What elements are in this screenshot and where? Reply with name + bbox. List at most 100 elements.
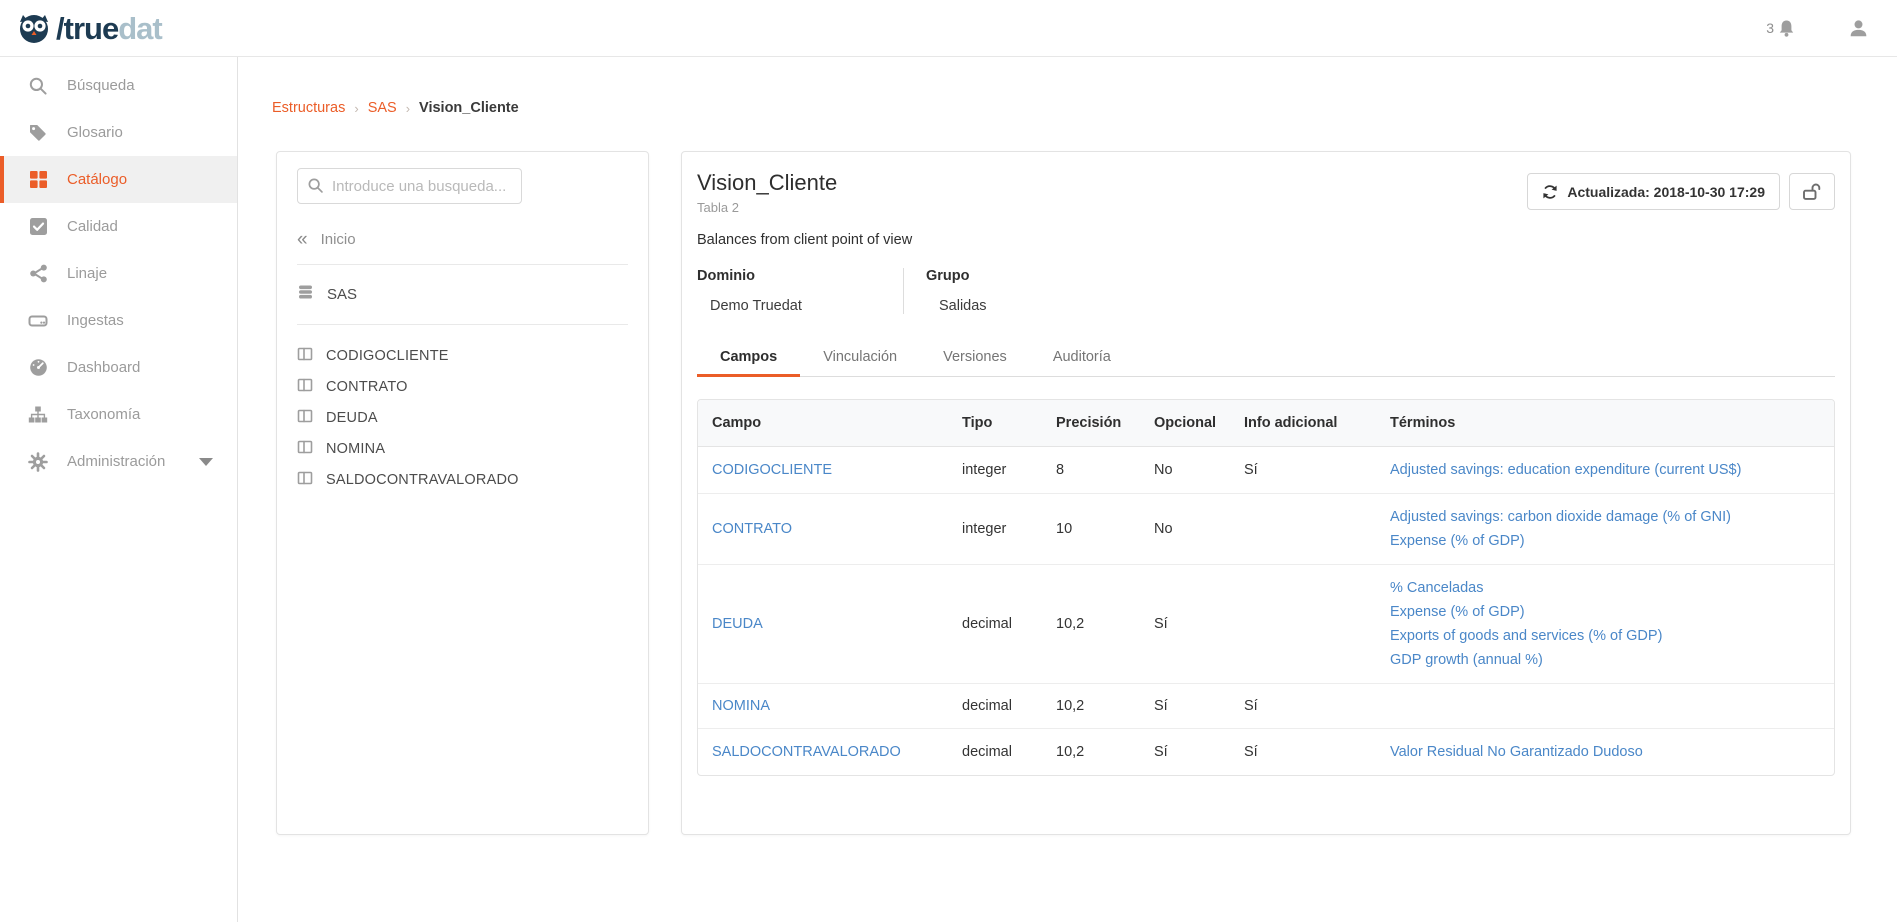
refresh-updated-button[interactable]: Actualizada: 2018-10-30 17:29 xyxy=(1527,173,1780,210)
fields-table: Campo Tipo Precisión Opcional Info adici… xyxy=(697,399,1835,776)
lock-open-icon xyxy=(1801,182,1823,201)
sidebar-nav: Búsqueda Glosario Catálogo Calidad xyxy=(0,57,238,922)
tree-back-button[interactable]: « Inicio xyxy=(297,230,628,249)
tree-field-codigocliente[interactable]: CODIGOCLIENTE xyxy=(297,340,628,371)
term-link[interactable]: Expense (% of GDP) xyxy=(1390,603,1828,621)
tab-auditoria[interactable]: Auditoría xyxy=(1030,340,1134,377)
cell-info-adicional: Sí xyxy=(1244,684,1390,729)
search-icon xyxy=(28,76,48,96)
col-header-campo: Campo xyxy=(698,400,962,447)
cell-opcional: No xyxy=(1154,447,1244,494)
check-square-icon xyxy=(28,217,48,237)
tab-versiones[interactable]: Versiones xyxy=(920,340,1030,377)
user-menu-button[interactable] xyxy=(1848,18,1869,39)
notification-count: 3 xyxy=(1766,20,1774,36)
sidebar-item-label: Administración xyxy=(67,453,165,470)
column-icon xyxy=(297,346,313,366)
sidebar-item-label: Glosario xyxy=(67,124,123,141)
tree-search-input[interactable] xyxy=(297,168,522,204)
bell-icon xyxy=(1777,19,1796,38)
chevron-down-icon xyxy=(199,458,213,466)
truedat-logo[interactable]: /truedat xyxy=(0,8,162,48)
tab-campos[interactable]: Campos xyxy=(697,340,800,377)
table-header-row: Campo Tipo Precisión Opcional Info adici… xyxy=(698,400,1834,447)
tree-field-deuda[interactable]: DEUDA xyxy=(297,402,628,433)
group-value: Salidas xyxy=(926,298,987,314)
share-icon xyxy=(28,264,48,284)
sidebar-item-label: Ingestas xyxy=(67,312,124,329)
cell-precision: 10 xyxy=(1056,494,1154,565)
structure-description: Balances from client point of view xyxy=(697,232,1835,248)
cell-info-adicional: Sí xyxy=(1244,447,1390,494)
col-header-terminos: Términos xyxy=(1390,400,1834,447)
breadcrumb-current: Vision_Cliente xyxy=(419,100,519,116)
table-row: SALDOCONTRAVALORADO decimal 10,2 Sí Sí V… xyxy=(698,729,1834,776)
sidebar-item-label: Linaje xyxy=(67,265,107,282)
cell-opcional: Sí xyxy=(1154,729,1244,776)
breadcrumb-estructuras[interactable]: Estructuras xyxy=(272,100,345,116)
notifications-button[interactable]: 3 xyxy=(1766,19,1796,38)
field-link[interactable]: NOMINA xyxy=(712,698,770,714)
term-link[interactable]: % Canceladas xyxy=(1390,579,1828,597)
sidebar-item-dashboard[interactable]: Dashboard xyxy=(0,344,237,391)
field-link[interactable]: SALDOCONTRAVALORADO xyxy=(712,744,901,760)
tree-field-nomina[interactable]: NOMINA xyxy=(297,433,628,464)
field-link[interactable]: DEUDA xyxy=(712,616,763,632)
sidebar-item-label: Catálogo xyxy=(67,171,127,188)
divider xyxy=(297,264,628,265)
sidebar-item-administracion[interactable]: Administración xyxy=(0,438,237,485)
term-link[interactable]: Valor Residual No Garantizado Dudoso xyxy=(1390,743,1828,761)
cell-tipo: decimal xyxy=(962,684,1056,729)
sidebar-item-calidad[interactable]: Calidad xyxy=(0,203,237,250)
sidebar-item-label: Dashboard xyxy=(67,359,140,376)
sidebar-item-ingestas[interactable]: Ingestas xyxy=(0,297,237,344)
sidebar-item-taxonomia[interactable]: Taxonomía xyxy=(0,391,237,438)
chevrons-left-icon: « xyxy=(297,230,308,249)
tree-back-label: Inicio xyxy=(321,231,356,248)
cell-precision: 10,2 xyxy=(1056,565,1154,684)
term-link[interactable]: Adjusted savings: education expenditure … xyxy=(1390,461,1828,479)
tree-field-saldocontravalorado[interactable]: SALDOCONTRAVALORADO xyxy=(297,464,628,495)
grid-icon xyxy=(28,170,48,190)
cell-opcional: No xyxy=(1154,494,1244,565)
term-link[interactable]: Expense (% of GDP) xyxy=(1390,532,1828,550)
cell-opcional: Sí xyxy=(1154,684,1244,729)
structure-tree-panel: « Inicio SAS CODIGOCLIENTE CONTRATO xyxy=(276,151,649,835)
table-row: NOMINA decimal 10,2 Sí Sí xyxy=(698,684,1834,729)
column-icon xyxy=(297,439,313,459)
sidebar-item-label: Taxonomía xyxy=(67,406,140,423)
top-bar: /truedat 3 xyxy=(0,0,1897,57)
group-label: Grupo xyxy=(926,268,987,284)
tree-field-label: DEUDA xyxy=(326,410,378,426)
unlock-button[interactable] xyxy=(1789,173,1835,210)
sidebar-item-linaje[interactable]: Linaje xyxy=(0,250,237,297)
tree-field-contrato[interactable]: CONTRATO xyxy=(297,371,628,402)
breadcrumb-sas[interactable]: SAS xyxy=(368,100,397,116)
cell-precision: 10,2 xyxy=(1056,684,1154,729)
tree-field-label: NOMINA xyxy=(326,441,385,457)
refresh-icon xyxy=(1542,184,1558,200)
sidebar-item-glosario[interactable]: Glosario xyxy=(0,109,237,156)
breadcrumb-separator: › xyxy=(354,101,358,116)
field-link[interactable]: CODIGOCLIENTE xyxy=(712,462,832,478)
domain-value: Demo Truedat xyxy=(697,298,903,314)
sidebar-item-catalogo[interactable]: Catálogo xyxy=(0,156,237,203)
owl-icon xyxy=(14,8,54,48)
column-icon xyxy=(297,408,313,428)
field-link[interactable]: CONTRATO xyxy=(712,521,792,537)
tab-vinculacion[interactable]: Vinculación xyxy=(800,340,920,377)
sidebar-item-busqueda[interactable]: Búsqueda xyxy=(0,62,237,109)
search-icon xyxy=(307,177,324,199)
term-link[interactable]: Adjusted savings: carbon dioxide damage … xyxy=(1390,508,1828,526)
col-header-precision: Precisión xyxy=(1056,400,1154,447)
domain-label: Dominio xyxy=(697,268,903,284)
table-row: CONTRATO integer 10 No Adjusted savings:… xyxy=(698,494,1834,565)
gear-icon xyxy=(28,452,48,472)
col-header-opcional: Opcional xyxy=(1154,400,1244,447)
tree-field-label: CONTRATO xyxy=(326,379,408,395)
cell-opcional: Sí xyxy=(1154,565,1244,684)
tree-item-sas[interactable]: SAS xyxy=(297,280,628,309)
table-row: DEUDA decimal 10,2 Sí % Canceladas Expen… xyxy=(698,565,1834,684)
term-link[interactable]: GDP growth (annual %) xyxy=(1390,651,1828,669)
term-link[interactable]: Exports of goods and services (% of GDP) xyxy=(1390,627,1828,645)
